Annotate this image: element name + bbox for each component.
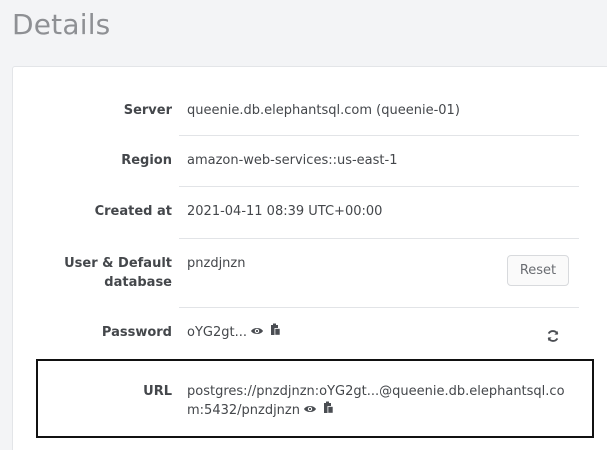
- created-at-value: 2021-04-11 08:39 UTC+00:00: [187, 204, 383, 219]
- created-at-label: Created at: [94, 204, 172, 219]
- url-highlight-box: [36, 359, 594, 438]
- region-label: Region: [121, 153, 172, 168]
- reset-button[interactable]: Reset: [507, 255, 569, 286]
- user-label-line2: database: [104, 275, 172, 290]
- details-page: Details Server queenie.db.elephantsql.co…: [0, 0, 607, 450]
- user-label-line1: User & Default: [64, 256, 172, 271]
- password-row: oYG2gt...: [187, 322, 281, 343]
- user-value: pnzdjnzn: [187, 256, 246, 271]
- divider: [179, 135, 579, 136]
- divider: [179, 307, 579, 308]
- server-label: Server: [123, 103, 172, 118]
- divider: [179, 238, 579, 239]
- password-label: Password: [101, 325, 172, 340]
- page-title: Details: [12, 8, 111, 41]
- eye-icon[interactable]: [250, 322, 264, 343]
- server-value: queenie.db.elephantsql.com (queenie-01): [187, 103, 460, 118]
- password-value: oYG2gt...: [187, 325, 247, 340]
- divider: [179, 186, 579, 187]
- refresh-icon[interactable]: [546, 328, 560, 342]
- region-value: amazon-web-services::us-east-1: [187, 153, 398, 168]
- clipboard-icon[interactable]: [270, 322, 281, 343]
